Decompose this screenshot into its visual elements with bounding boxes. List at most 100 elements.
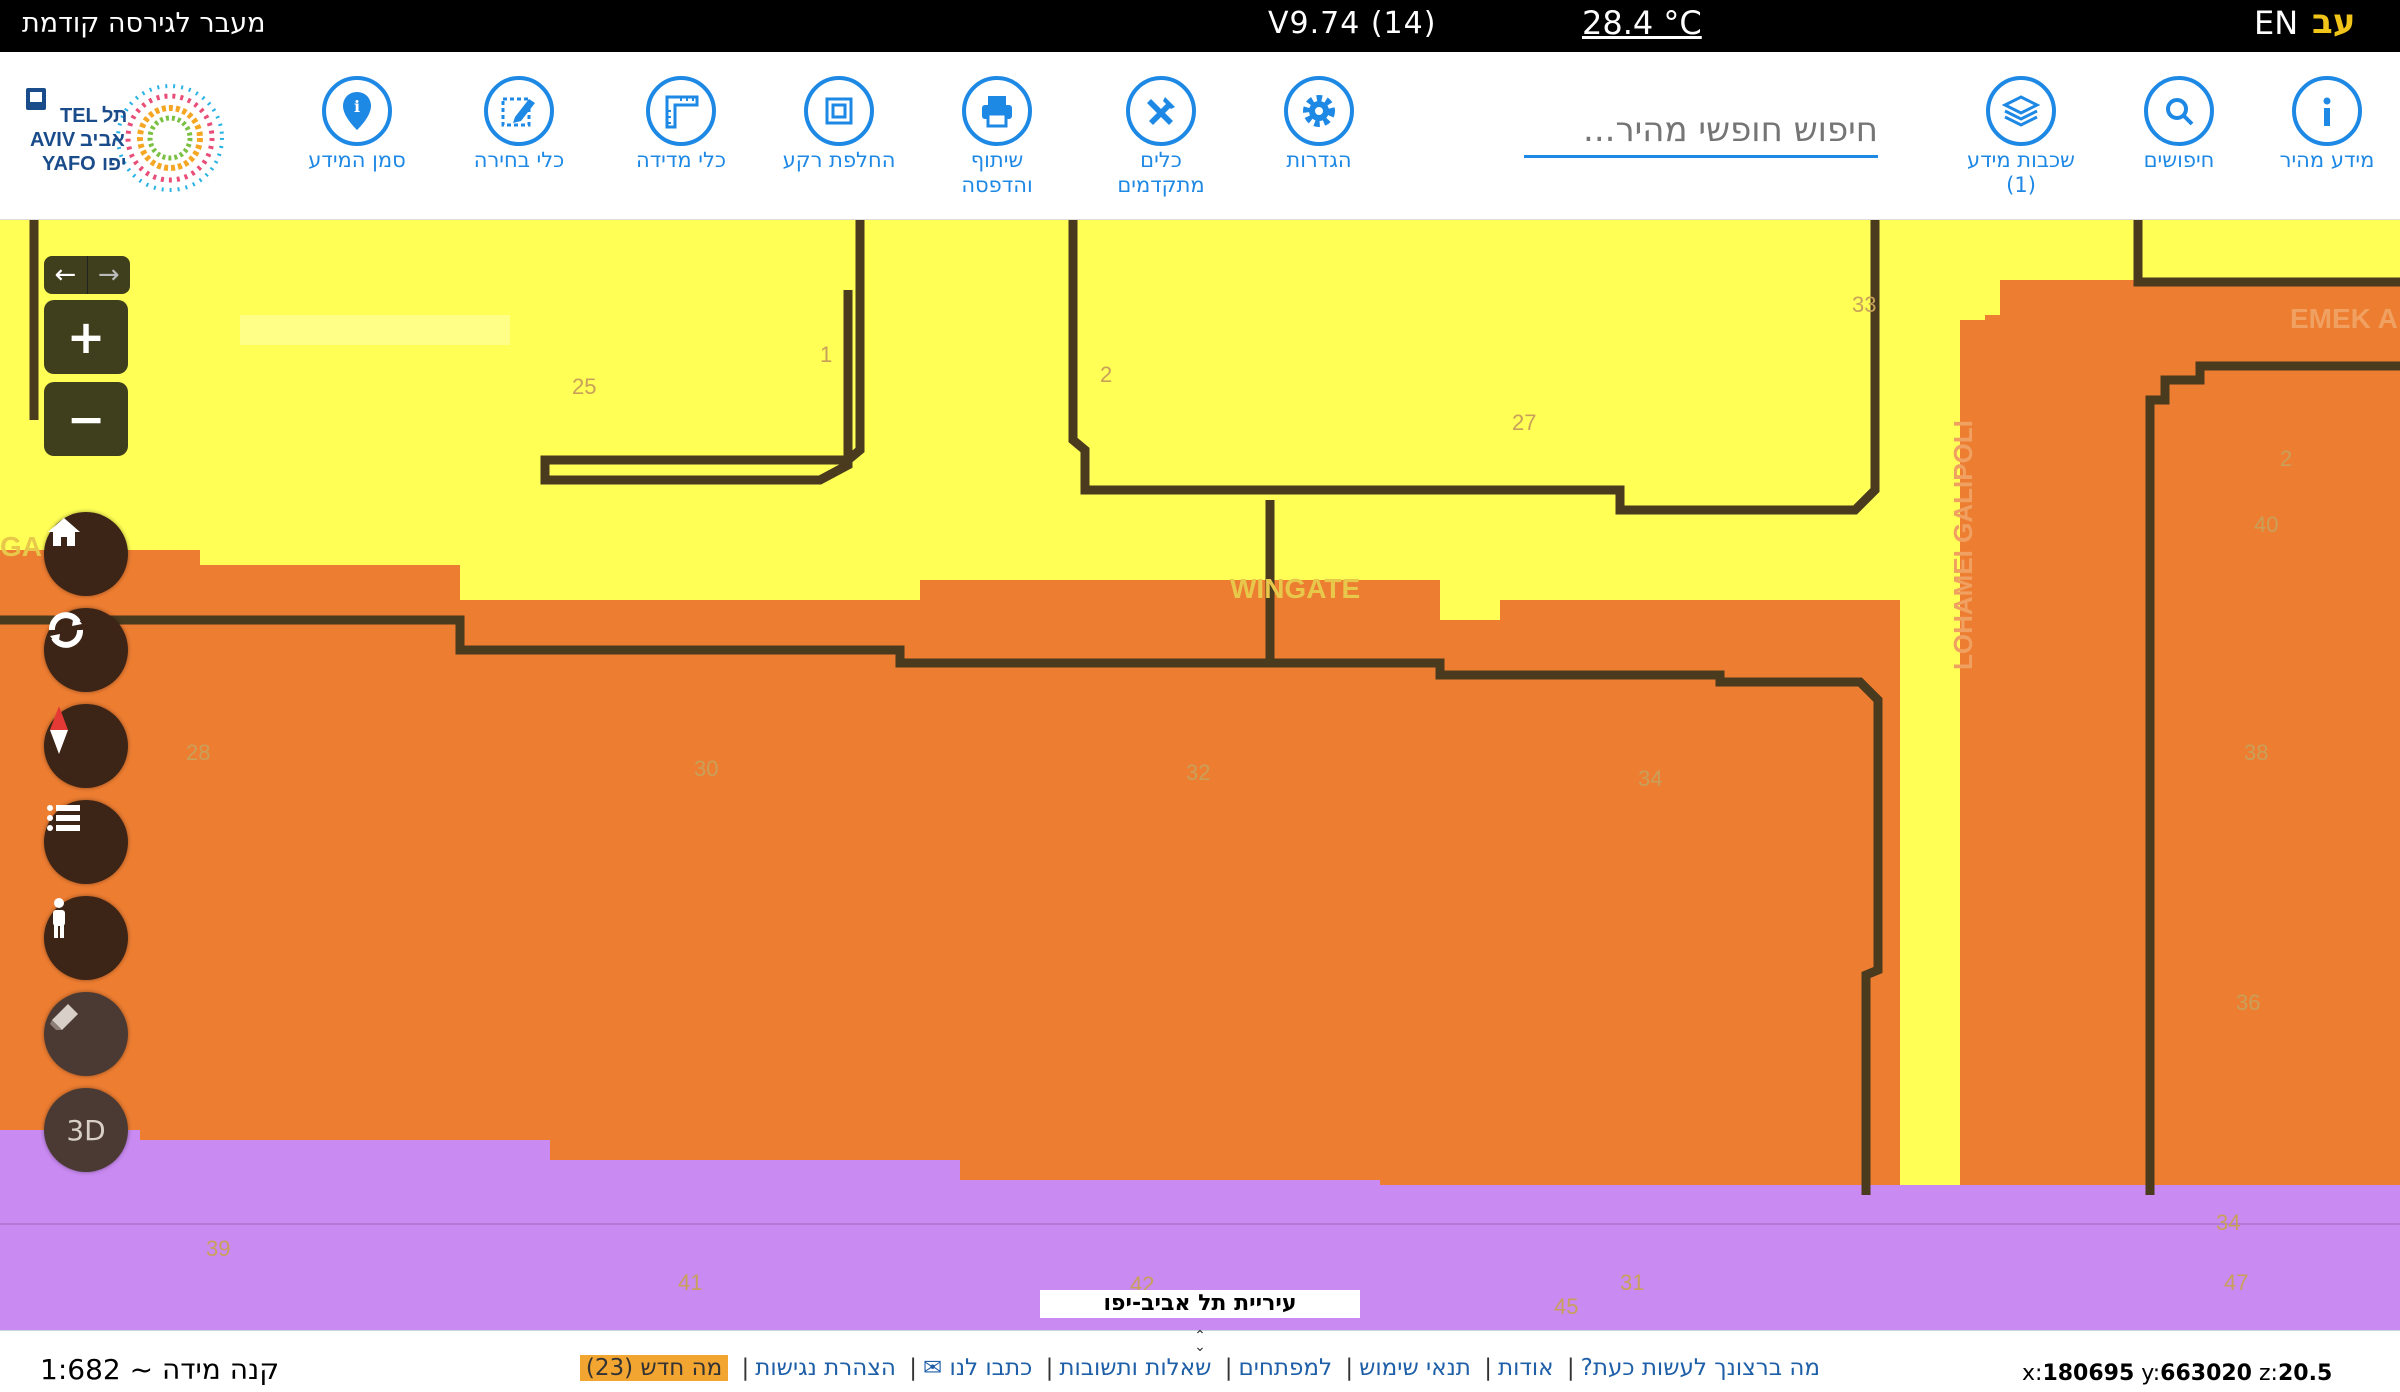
svg-text:2: 2 [2280, 446, 2292, 471]
whats-new-badge[interactable]: מה חדש (23) [579, 1355, 729, 1381]
eraser-button[interactable] [44, 992, 128, 1076]
eraser-icon [50, 1004, 78, 1030]
refresh-button[interactable] [44, 608, 128, 692]
quick-search-input[interactable] [1524, 104, 1878, 155]
advanced-tools-label-1: כלים [1140, 148, 1182, 172]
svg-text:GA: GA [0, 531, 42, 562]
svg-text:LOHAMEI GALIPOLI: LOHAMEI GALIPOLI [1948, 420, 1978, 670]
svg-text:AVIV: AVIV [30, 129, 76, 151]
yellow-highlight [240, 315, 510, 345]
mark-info-label: סמן המידע [308, 148, 406, 172]
settings-label: הגדרות [1286, 148, 1352, 172]
version-label: V9.74 (14) [1268, 6, 1437, 41]
footer-link-developers[interactable]: למפתחים [1238, 1355, 1332, 1381]
select-tool-button[interactable]: כלי בחירה [434, 76, 604, 173]
street-view-button[interactable] [44, 896, 128, 980]
status-bar: ⌃ ⌄ קנה מידה ~ 1:682 מה ברצונך לעשות כעת?… [0, 1329, 2400, 1392]
footer-link-faq[interactable]: שאלות ותשובות [1059, 1355, 1211, 1381]
svg-text:28: 28 [186, 740, 210, 765]
footer-links: מה ברצונך לעשות כעת?| אודות| תנאי שימוש|… [579, 1355, 1820, 1381]
share-print-button[interactable]: שיתוף והדפסה [912, 76, 1082, 198]
gear-icon [1284, 76, 1354, 146]
map-pin-icon: i [322, 76, 392, 146]
svg-text:30: 30 [694, 756, 718, 781]
logo-burst-graphic [116, 84, 224, 192]
info-layers-count: (1) [2006, 173, 2036, 197]
svg-text:i: i [354, 97, 360, 116]
tel-aviv-logo[interactable]: TEL תל AVIV אביב YAFO יפו [20, 76, 250, 196]
search-icon [2144, 76, 2214, 146]
list-icon [47, 805, 80, 831]
panel-drag-handle[interactable]: ⌃ ⌄ [1188, 1329, 1212, 1354]
printer-icon [962, 76, 1032, 146]
advanced-tools-label-2: מתקדמים [1117, 173, 1205, 197]
3d-view-button[interactable]: 3D [44, 1088, 128, 1172]
searches-label: חיפושים [2143, 148, 2215, 172]
svg-text:40: 40 [2254, 512, 2278, 537]
svg-text:34: 34 [1638, 766, 1662, 791]
svg-text:WINGATE: WINGATE [1230, 573, 1360, 604]
svg-text:2: 2 [1100, 362, 1112, 387]
footer-link-terms[interactable]: תנאי שימוש [1359, 1355, 1471, 1381]
y-coordinate: 663020 [2160, 1361, 2252, 1386]
footer-link-contact[interactable]: כתבו לנו ✉ [923, 1355, 1032, 1381]
coordinate-readout: x:180695 y:663020 z:20.5 [2022, 1361, 2333, 1386]
svg-text:39: 39 [206, 1236, 230, 1261]
quick-info-button[interactable]: מידע מהיר [2242, 76, 2400, 173]
basemap-copy-icon [804, 76, 874, 146]
footer-link-what-to-do[interactable]: מה ברצונך לעשות כעת? [1581, 1355, 1820, 1381]
municipal-emblem-icon [26, 88, 46, 110]
footer-link-about[interactable]: אודות [1498, 1355, 1554, 1381]
zoom-out-button[interactable]: − [44, 382, 128, 456]
svg-text:38: 38 [2244, 740, 2268, 765]
yellow-zone [0, 220, 2400, 1220]
advanced-tools-button[interactable]: כלים מתקדמים [1076, 76, 1246, 198]
temperature-link[interactable]: 28.4 °C [1582, 4, 1702, 42]
language-en-button[interactable]: EN [2254, 4, 2298, 42]
searches-button[interactable]: חיפושים [2094, 76, 2264, 173]
svg-text:47: 47 [2224, 1270, 2248, 1295]
svg-text:תל: תל [102, 105, 127, 127]
refresh-icon [49, 612, 83, 648]
compass-icon [50, 706, 68, 754]
measure-tool-label: כלי מדידה [635, 148, 727, 172]
mark-info-button[interactable]: i סמן המידע [272, 76, 442, 173]
previous-version-link[interactable]: מעבר לגירסה קודמת [22, 8, 266, 39]
legend-list-button[interactable] [44, 800, 128, 884]
svg-text:33: 33 [1852, 292, 1876, 317]
language-he-button[interactable]: עב [2312, 2, 2355, 42]
map-canvas[interactable]: WINGATE LOHAMEI GALIPOLI EMEK A GA 25 1 … [0, 220, 2400, 1330]
svg-text:YAFO: YAFO [42, 153, 96, 175]
select-tool-label: כלי בחירה [473, 148, 565, 172]
zoom-in-button[interactable]: + [44, 300, 128, 374]
measure-tool-button[interactable]: כלי מדידה [596, 76, 766, 173]
svg-text:45: 45 [1554, 1294, 1578, 1319]
basemap-button[interactable]: החלפת רקע [754, 76, 924, 173]
basemap-label: החלפת רקע [782, 148, 896, 172]
svg-text:32: 32 [1186, 760, 1210, 785]
tools-hammer-wrench-icon [1126, 76, 1196, 146]
svg-text:TEL: TEL [60, 105, 98, 127]
quick-info-label: מידע מהיר [2279, 148, 2375, 172]
svg-text:31: 31 [1620, 1270, 1644, 1295]
pegman-icon [53, 898, 65, 938]
footer-link-accessibility[interactable]: הצהרת נגישות [755, 1355, 896, 1381]
top-bar: מעבר לגירסה קודמת V9.74 (14) 28.4 °C EN … [0, 0, 2400, 52]
home-button[interactable] [44, 512, 128, 596]
scale-indicator: קנה מידה ~ 1:682 [40, 1353, 280, 1386]
select-pencil-icon [484, 76, 554, 146]
map-layer-graphic: WINGATE LOHAMEI GALIPOLI EMEK A GA 25 1 … [0, 220, 2400, 1330]
layers-icon [1986, 76, 2056, 146]
main-toolbar: TEL תל AVIV אביב YAFO יפו i סמן המידע כל… [0, 52, 2400, 220]
svg-text:27: 27 [1512, 410, 1536, 435]
home-icon [48, 518, 80, 546]
forward-arrow-icon[interactable]: → [86, 256, 131, 294]
settings-button[interactable]: הגדרות [1234, 76, 1404, 173]
back-arrow-icon[interactable]: ← [44, 256, 87, 294]
quick-search-field[interactable] [1524, 104, 1878, 158]
compass-button[interactable] [44, 704, 128, 788]
share-print-label-2: והדפסה [961, 173, 1033, 197]
x-coordinate: 180695 [2042, 1361, 2135, 1386]
svg-text:1: 1 [820, 342, 832, 367]
info-layers-button[interactable]: שכבות מידע (1) [1936, 76, 2106, 198]
